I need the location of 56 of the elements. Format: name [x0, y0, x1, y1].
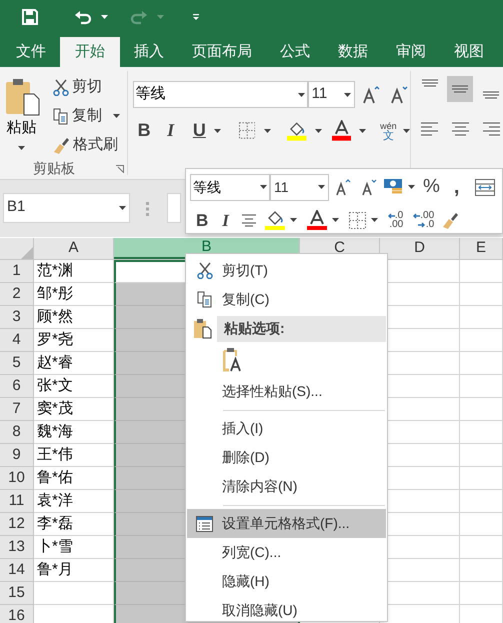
column-header[interactable]: E	[460, 238, 503, 259]
increase-decimal-button[interactable]: .0 .00	[386, 211, 404, 230]
row-header[interactable]: 13	[0, 536, 34, 559]
comma-style-button[interactable]: ,	[454, 177, 460, 198]
row-header[interactable]: 15	[0, 582, 34, 605]
row-header[interactable]: 10	[0, 467, 34, 490]
row-header[interactable]: 7	[0, 398, 34, 421]
ribbon-tab[interactable]: 审阅	[382, 37, 440, 67]
ribbon-tab[interactable]: 数据	[324, 37, 382, 67]
decrease-decimal-button[interactable]: .00 .0	[412, 211, 434, 230]
ribbon-tab[interactable]: 开始	[60, 37, 120, 67]
percent-style-button[interactable]: %	[423, 173, 440, 202]
clipboard-command[interactable]: 格式刷	[53, 132, 120, 158]
row-header[interactable]: 4	[0, 329, 34, 352]
ribbon-tab[interactable]: 文件	[2, 37, 60, 67]
row-header[interactable]: 8	[0, 421, 34, 444]
clipboard-command[interactable]: 剪切	[53, 74, 120, 100]
menu-item[interactable]: 删除(D)	[187, 443, 386, 472]
menu-item[interactable]: 清除内容(N)	[187, 472, 386, 501]
menu-item[interactable]: 隐藏(H)	[187, 567, 386, 596]
bold-button[interactable]: B	[196, 208, 208, 233]
ribbon-tab[interactable]: 视图	[440, 37, 498, 67]
row-header[interactable]: 2	[0, 283, 34, 306]
italic-button[interactable]: I	[167, 117, 177, 144]
menu-item[interactable]: 设置单元格格式(F)...	[187, 509, 386, 538]
font-size-field[interactable]: 11	[308, 81, 355, 108]
phonetic-guide-button[interactable]: wén 文	[380, 120, 397, 140]
font-name-field[interactable]: 等线	[132, 81, 308, 108]
paste-button[interactable]: 粘贴	[0, 74, 43, 158]
menu-item[interactable]: 列宽(C)...	[187, 538, 386, 567]
row-header[interactable]: 5	[0, 352, 34, 375]
row-header[interactable]: 3	[0, 306, 34, 329]
bold-button[interactable]: B	[138, 117, 154, 144]
menu-item[interactable]: 剪切(T)	[187, 256, 386, 285]
ribbon-tab[interactable]: 公式	[266, 37, 324, 67]
menu-item[interactable]: 选择性粘贴(S)...	[187, 377, 386, 406]
menu-item[interactable]: 插入(I)	[187, 414, 386, 443]
row-header[interactable]: 1	[0, 260, 34, 283]
menu-item[interactable]: 取消隐藏(U)	[187, 596, 386, 623]
font-size-field[interactable]: 11	[270, 174, 329, 201]
row-header[interactable]: 16	[0, 605, 34, 623]
ribbon-tab[interactable]: 插入	[120, 37, 178, 67]
clipboard-command[interactable]: 复制	[53, 103, 120, 129]
group-label: 剪贴板	[33, 159, 75, 178]
menu-section-header: 粘贴选项:	[217, 316, 386, 342]
ribbon-tab[interactable]: 页面布局	[178, 37, 266, 67]
row-header[interactable]: 9	[0, 444, 34, 467]
font-name-field[interactable]: 等线	[190, 174, 270, 201]
menu-item[interactable]: 复制(C)	[187, 285, 386, 314]
row-header[interactable]: 14	[0, 559, 34, 582]
name-box[interactable]: B1	[3, 192, 130, 222]
underline-button[interactable]: U	[192, 117, 206, 144]
italic-button[interactable]: I	[222, 208, 229, 233]
row-header[interactable]: 12	[0, 513, 34, 536]
row-header[interactable]: 11	[0, 490, 34, 513]
row-header[interactable]: 6	[0, 375, 34, 398]
